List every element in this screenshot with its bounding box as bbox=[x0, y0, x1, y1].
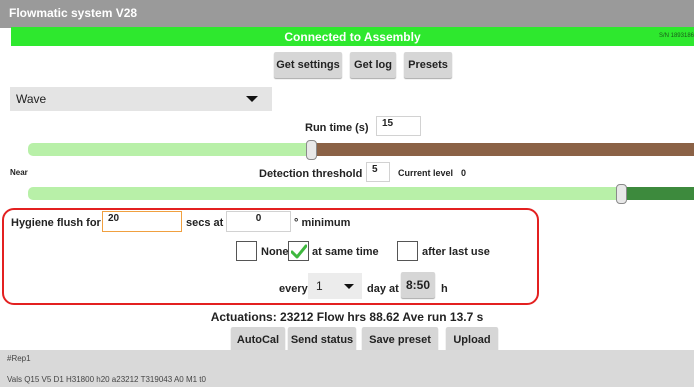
detection-slider-filled bbox=[28, 187, 622, 200]
hygiene-seconds-input[interactable]: 20 bbox=[102, 211, 182, 232]
after-last-use-checkbox[interactable] bbox=[397, 241, 418, 261]
vals-readout: Vals Q15 V5 D1 H31800 h20 a23212 T319043… bbox=[7, 375, 206, 384]
hours-unit-label: h bbox=[441, 283, 448, 295]
checkmark-icon bbox=[291, 244, 307, 259]
run-time-input[interactable]: 15 bbox=[376, 116, 421, 136]
rep-label: #Rep1 bbox=[7, 354, 31, 363]
detection-slider-remaining bbox=[622, 187, 694, 200]
run-time-slider-thumb[interactable] bbox=[306, 140, 317, 160]
detection-threshold-input[interactable]: 5 bbox=[366, 162, 390, 182]
run-time-slider-remaining bbox=[312, 143, 694, 156]
mode-selected-value: Wave bbox=[16, 92, 47, 106]
same-time-label: at same time bbox=[312, 246, 379, 258]
log-footer: #Rep1 Vals Q15 V5 D1 H31800 h20 a23212 T… bbox=[0, 350, 694, 387]
none-label: None bbox=[261, 246, 289, 258]
get-settings-button[interactable]: Get settings bbox=[274, 52, 342, 78]
same-time-checkbox[interactable] bbox=[288, 241, 309, 261]
chevron-down-icon bbox=[246, 96, 258, 102]
secs-at-label: secs at bbox=[186, 217, 224, 229]
chevron-down-icon bbox=[344, 284, 354, 289]
day-at-label: day at bbox=[367, 283, 399, 295]
mode-dropdown[interactable]: Wave bbox=[10, 87, 272, 111]
after-last-use-label: after last use bbox=[422, 246, 490, 258]
current-level-label: Current level bbox=[398, 168, 454, 178]
connection-status-text: Connected to Assembly bbox=[284, 30, 421, 44]
title-bar: Flowmatic system V28 bbox=[0, 0, 694, 28]
time-picker-button[interactable]: 8:50 bbox=[401, 272, 435, 298]
connection-status-bar: Connected to Assembly S/N 1893186 bbox=[11, 27, 694, 46]
near-label: Near bbox=[10, 168, 28, 177]
presets-button[interactable]: Presets bbox=[404, 52, 452, 78]
run-time-label: Run time (s) bbox=[305, 122, 369, 134]
detection-slider-thumb[interactable] bbox=[616, 184, 627, 204]
none-checkbox[interactable] bbox=[236, 241, 257, 261]
actuation-stats: Actuations: 23212 Flow hrs 88.62 Ave run… bbox=[210, 310, 484, 324]
every-label: every bbox=[279, 283, 308, 295]
current-level-value: 0 bbox=[461, 168, 467, 178]
app-title: Flowmatic system V28 bbox=[9, 6, 138, 20]
get-log-button[interactable]: Get log bbox=[350, 52, 396, 78]
hygiene-minimum-input[interactable]: 0 bbox=[226, 211, 291, 232]
hygiene-flush-label: Hygiene flush for bbox=[11, 217, 101, 229]
detection-threshold-label: Detection threshold bbox=[259, 168, 363, 180]
every-dropdown[interactable]: 1 bbox=[308, 273, 362, 299]
every-value: 1 bbox=[316, 279, 323, 293]
serial-number: S/N 1893186 bbox=[658, 33, 694, 39]
run-time-slider-filled bbox=[28, 143, 312, 156]
minimum-label: ° minimum bbox=[294, 217, 351, 229]
